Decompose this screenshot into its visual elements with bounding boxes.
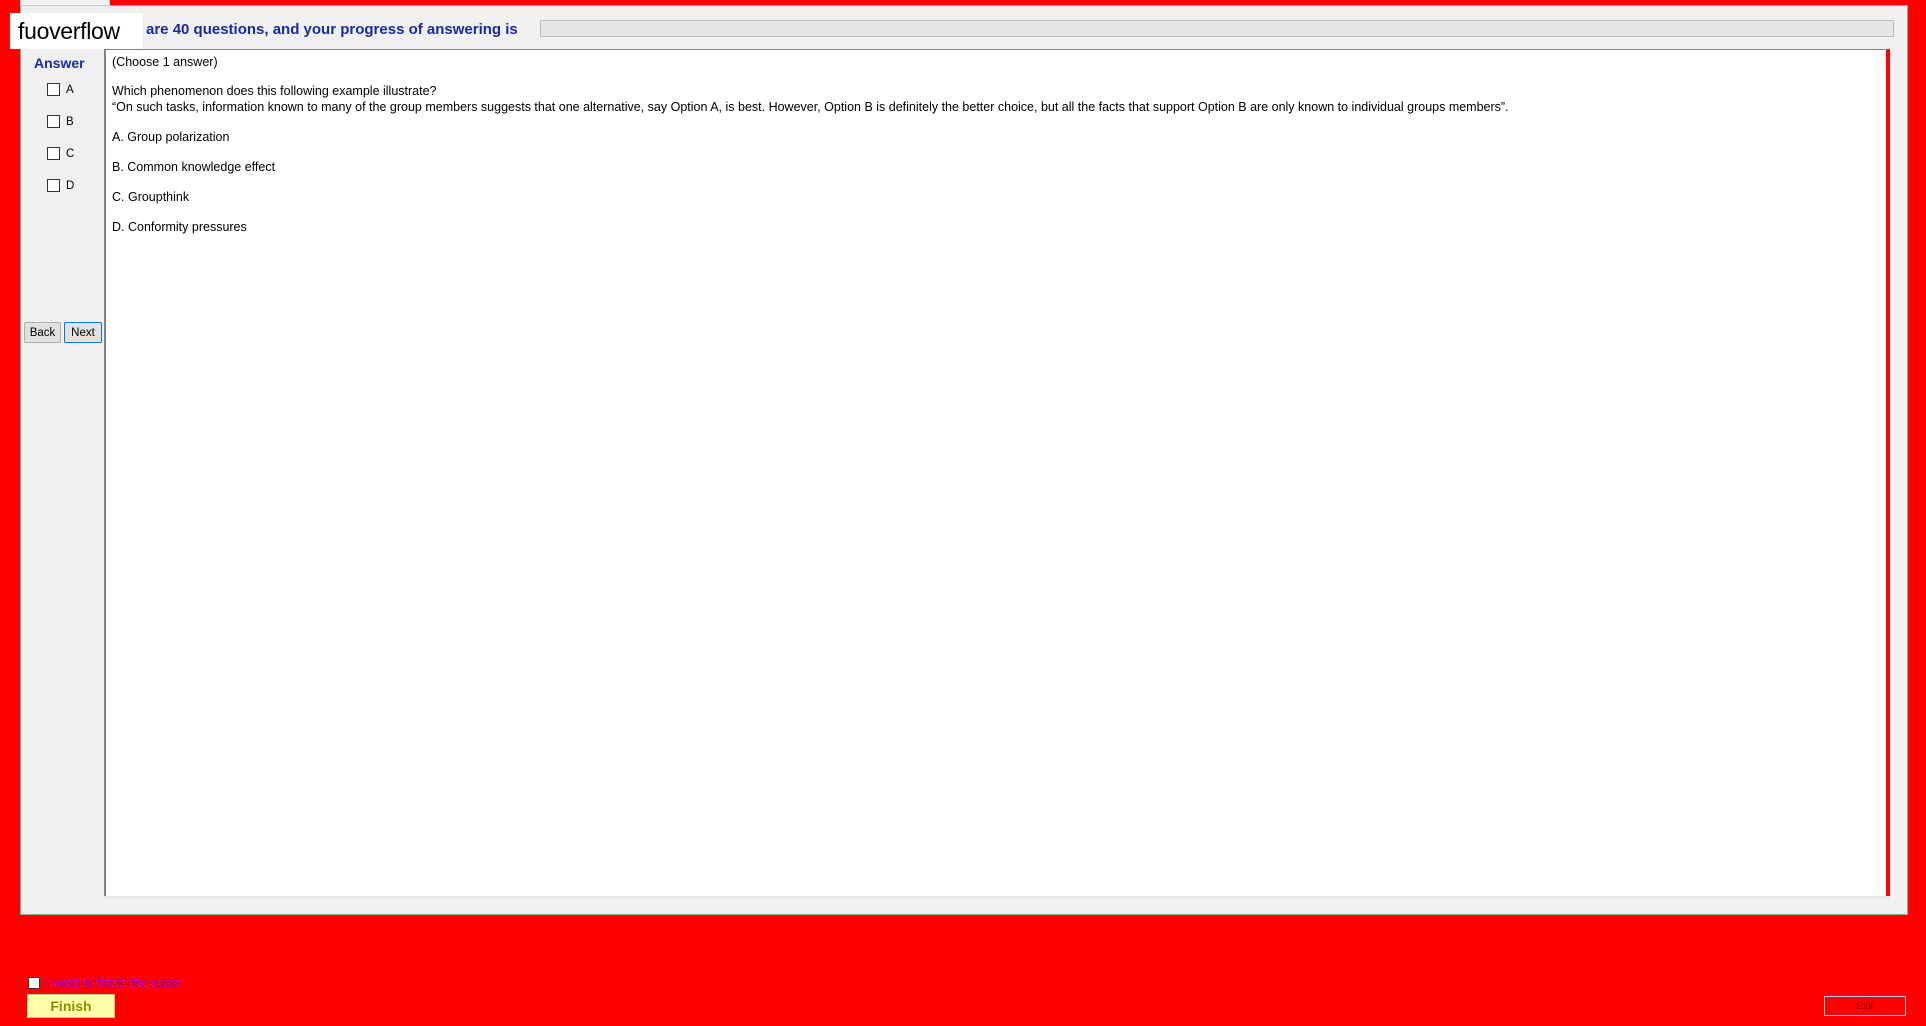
answer-option-a[interactable]: A: [47, 83, 74, 96]
answer-checkbox-a[interactable]: [47, 83, 60, 96]
answer-option-b[interactable]: B: [47, 115, 74, 128]
question-bottom-strip: [104, 896, 1890, 899]
top-tab: [20, 0, 110, 6]
question-prompt: Which phenomenon does this following exa…: [112, 84, 437, 98]
watermark: fuoverflow: [10, 13, 142, 49]
finish-exam-label: I want to finish the exam: [46, 976, 181, 990]
answer-checkbox-c[interactable]: [47, 147, 60, 160]
exit-button[interactable]: Exit: [1824, 996, 1906, 1016]
progress-status-text: are 40 questions, and your progress of a…: [146, 21, 518, 38]
next-button[interactable]: Next: [64, 322, 102, 343]
answer-checkbox-d[interactable]: [47, 179, 60, 192]
answer-option-d[interactable]: D: [47, 179, 74, 192]
finish-exam-option[interactable]: I want to finish the exam: [28, 976, 181, 990]
answer-sidebar: Answer A B C D Back Next: [21, 50, 103, 896]
finish-button[interactable]: Finish: [27, 994, 115, 1018]
answer-letter-b: B: [66, 115, 74, 128]
question-instruction: (Choose 1 answer): [112, 55, 218, 69]
choice-d: D. Conformity pressures: [112, 220, 247, 234]
choice-c: C. Groupthink: [112, 190, 190, 204]
answer-letter-a: A: [66, 83, 74, 96]
choice-a: A. Group polarization: [112, 130, 230, 144]
progress-bar: [540, 20, 1894, 37]
finish-exam-checkbox[interactable]: [28, 977, 40, 989]
answer-heading: Answer: [34, 55, 85, 71]
choice-b: B. Common knowledge effect: [112, 160, 276, 174]
answer-letter-d: D: [66, 179, 75, 192]
answer-checkbox-b[interactable]: [47, 115, 60, 128]
answer-option-c[interactable]: C: [47, 147, 74, 160]
back-button[interactable]: Back: [24, 322, 61, 343]
question-scenario: “On such tasks, information known to man…: [112, 100, 1509, 114]
answer-letter-c: C: [66, 147, 75, 160]
question-area: (Choose 1 answer) Which phenomenon does …: [104, 49, 1890, 898]
